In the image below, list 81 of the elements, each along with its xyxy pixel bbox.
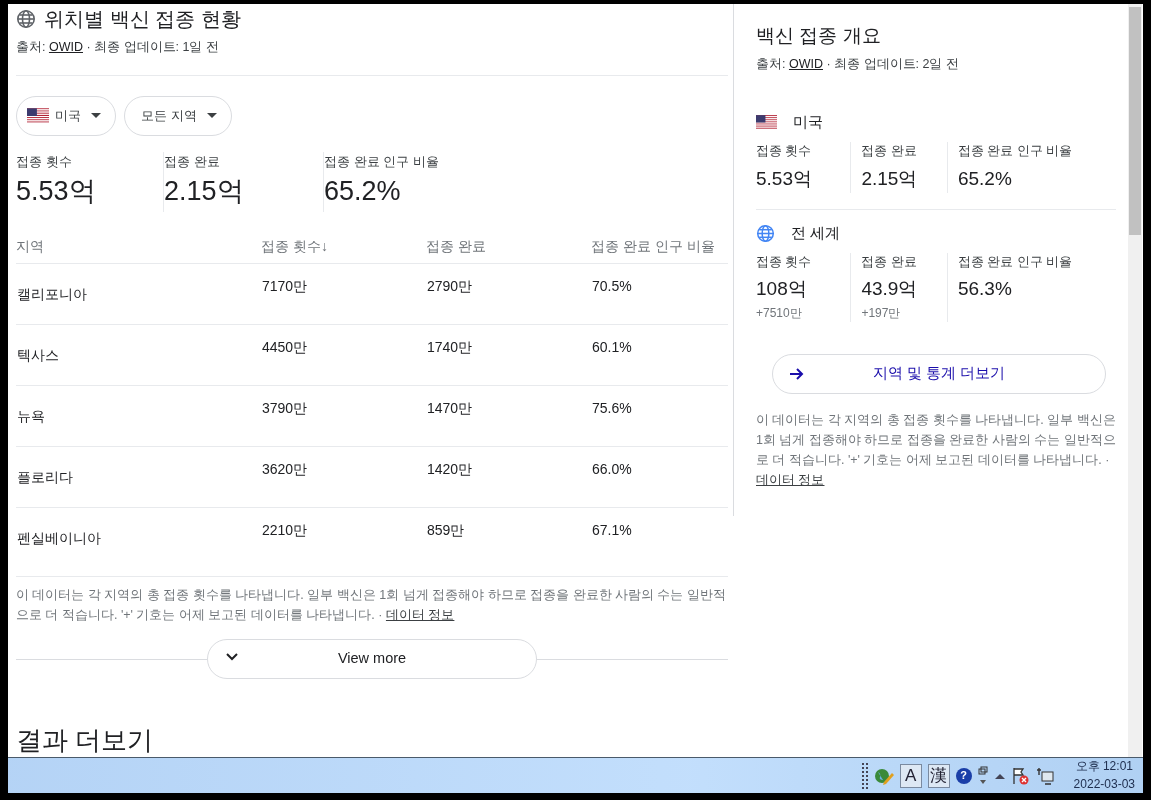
column-header[interactable]: 지역 (16, 237, 44, 254)
table-cell: 3620만 (262, 460, 308, 477)
table-cell: 2790만 (427, 277, 473, 294)
table-cell: 60.1% (592, 338, 632, 355)
data-info-link[interactable]: 데이터 정보 (756, 472, 825, 487)
table-cell-text: 플로리다 (17, 467, 74, 487)
help-button[interactable]: ? (955, 767, 972, 784)
stat-label: 접종 횟수 (16, 152, 73, 171)
table-cell: 75.6% (592, 399, 632, 416)
stat-label: 접종 완료 인구 비율 (957, 253, 1074, 271)
table-cell: 66.0% (592, 460, 632, 477)
region-name: 전 세계 (791, 223, 841, 243)
stat-label: 접종 완료 인구 비율 (957, 142, 1074, 160)
filter-dropdown[interactable]: 미국 (16, 95, 116, 136)
table-cell: 2210만 (262, 521, 308, 538)
stat-value: 56.3% (957, 277, 1013, 302)
source-text: 출처: OWID · 최종 업데이트: 1일 전 (16, 40, 219, 54)
stat-label: 접종 완료 (164, 152, 221, 171)
stat-value: 5.53억 (16, 175, 97, 209)
table-cell: 3790만 (262, 399, 308, 416)
stat-change: +197만 (861, 304, 902, 322)
stat-change: +7510만 (756, 304, 803, 322)
globe-icon (756, 223, 775, 243)
table-cell: 1740만 (427, 338, 473, 355)
stat-value: 65.2% (957, 166, 1013, 191)
stat-value: 43.9억 (861, 277, 919, 302)
panel-title: 백신 접종 개요 (756, 24, 882, 48)
flag-error-icon[interactable] (1011, 766, 1030, 785)
stat-value: 108억 (756, 277, 808, 302)
table-cell: 70.5% (592, 277, 632, 294)
source-text: 출처: OWID · 최종 업데이트: 2일 전 (756, 56, 959, 71)
page-title: 위치별 백신 접종 현황 (44, 7, 241, 32)
table-cell-text: 캘리포니아 (17, 284, 88, 304)
stat-value: 2.15억 (164, 175, 245, 209)
stat-value: 5.53억 (756, 166, 813, 191)
column-header[interactable]: 접종 횟수↓ (261, 237, 328, 254)
table-cell-text: 펜실베이니아 (17, 528, 102, 548)
globe-icon (16, 9, 36, 29)
data-info-link[interactable]: 데이터 정보 (385, 608, 455, 623)
more-stats-button[interactable]: 지역 및 통계 더보기 (772, 353, 1106, 394)
restore-icon[interactable] (977, 765, 988, 786)
stat-label: 접종 완료 인구 비율 (324, 152, 440, 171)
source-link[interactable]: OWID (788, 56, 823, 71)
grip-icon[interactable] (861, 762, 868, 789)
table-cell: 859만 (427, 521, 465, 538)
note-text: 이 데이터는 각 지역의 총 접종 횟수를 나타냅니다. 일부 백신은 1회 넘게 접종해야 하므로 접종을 완료한 사람의 수는 일반적으로 더 적습니다. '+' 기호는 어제 보고된 데이터를 나타냅니다. · 데이터 정보 (16, 587, 727, 625)
chevron-down-icon (226, 653, 238, 662)
network-icon[interactable] (1035, 766, 1054, 785)
column-header[interactable]: 접종 완료 인구 비율 (591, 237, 715, 254)
source-link[interactable]: OWID (48, 40, 83, 54)
clock-time[interactable]: 오후 12:01 (1073, 758, 1135, 776)
view-more-button[interactable]: View more (207, 639, 537, 680)
arrow-right-icon (789, 366, 805, 381)
table-cell: 1470만 (427, 399, 473, 416)
table-cell: 1420만 (427, 460, 473, 477)
stat-label: 접종 횟수 (756, 142, 813, 160)
hanja-mode-button[interactable]: 漢 (927, 763, 950, 788)
caret-icon (91, 112, 101, 119)
region-name: 미국 (793, 112, 823, 133)
stat-label: 접종 완료 (861, 142, 918, 160)
table-cell-text: 텍사스 (17, 345, 60, 365)
table-cell: 4450만 (262, 338, 308, 355)
stat-label: 접종 횟수 (756, 253, 813, 271)
caret-icon (206, 112, 217, 119)
section-heading: 결과 더보기 (16, 724, 155, 758)
stat-value: 65.2% (324, 175, 402, 209)
column-header[interactable]: 접종 완료 (426, 237, 486, 254)
note-text: 이 데이터는 각 지역의 총 접종 횟수를 나타냅니다. 일부 백신은 1회 넘게 접종해야 하므로 접종을 완료한 사람의 수는 일반적으로 더 적습니다. '+' 기호는 어제 보고된 데이터를 나타냅니다. · 데이터 정보 (756, 411, 1116, 489)
flag-icon (27, 107, 49, 124)
table-cell-text: 뉴욕 (17, 406, 46, 426)
flag-icon (756, 114, 777, 131)
stat-label: 접종 완료 (861, 253, 918, 271)
table-cell: 67.1% (592, 521, 632, 538)
show-hidden-icons-button[interactable] (993, 771, 1006, 780)
clock-date[interactable]: 2022-03-03 (1073, 775, 1135, 793)
scrollbar-thumb[interactable] (1129, 7, 1141, 235)
table-cell: 7170만 (262, 277, 308, 294)
stat-value: 2.15억 (861, 166, 919, 191)
scrollbar[interactable] (1128, 4, 1142, 757)
filter-dropdown[interactable]: 모든 지역 (124, 95, 232, 136)
ime-mode-button[interactable]: A (899, 763, 922, 788)
